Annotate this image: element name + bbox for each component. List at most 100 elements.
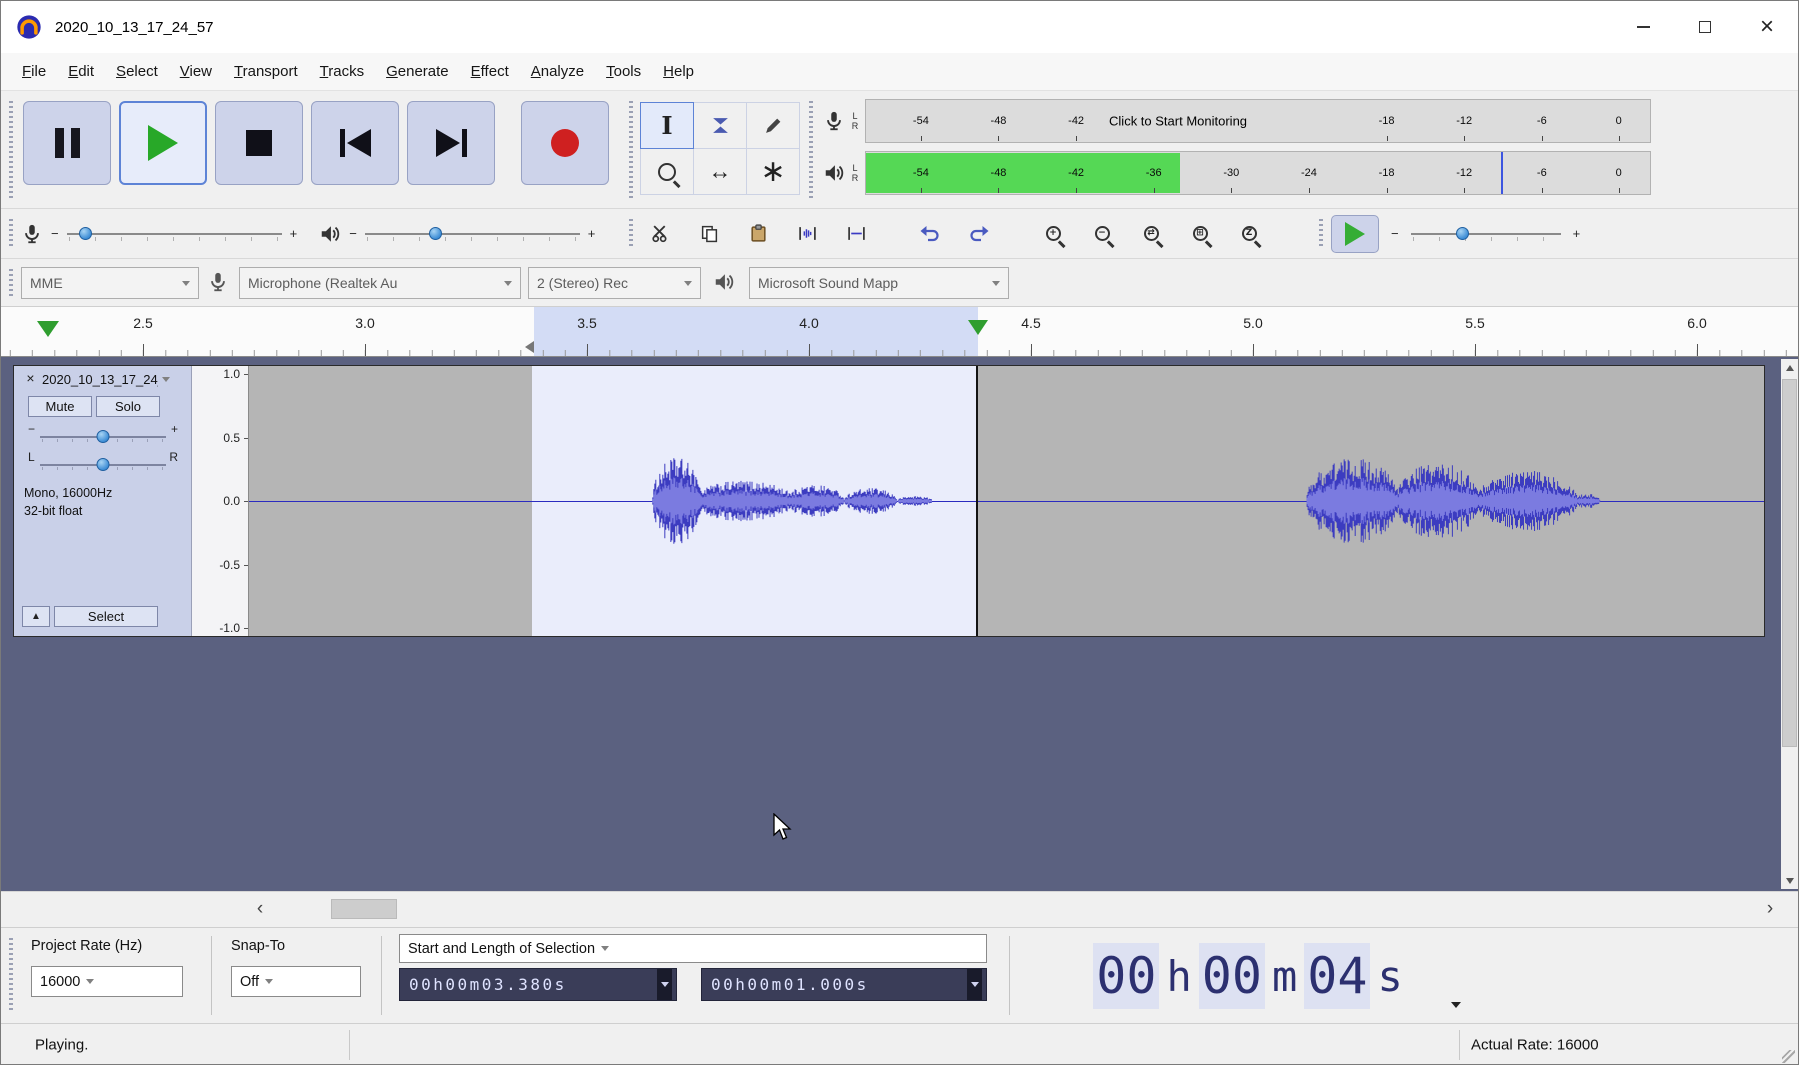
playback-volume-slider[interactable] [365,220,580,248]
play-speed-slider[interactable] [1411,220,1561,248]
toolbar-grip[interactable] [9,269,13,296]
recording-volume-thumb[interactable] [79,227,92,240]
selection-mode-select[interactable]: Start and Length of Selection [399,934,987,963]
recording-device-select[interactable]: Microphone (Realtek Au [239,267,521,299]
solo-button[interactable]: Solo [96,396,160,417]
playback-device-select[interactable]: Microsoft Sound Mapp [749,267,1009,299]
close-button[interactable]: × [1736,1,1798,53]
record-button[interactable] [521,101,609,185]
menu-item-generate[interactable]: Generate [375,55,460,88]
copy-button[interactable] [690,216,728,252]
undo-button[interactable] [911,216,949,252]
recording-volume-slider[interactable] [67,220,282,248]
toolbar-grip[interactable] [629,101,633,198]
selection-start-field[interactable]: 00h00m03.380s [399,968,677,1001]
multi-tool-button[interactable]: ∗ [746,148,800,195]
playback-volume-thumb[interactable] [429,227,442,240]
play-button[interactable] [119,101,207,185]
vertical-ruler[interactable]: 1.00.50.0-0.5-1.0 [192,366,249,636]
selection-length-field[interactable]: 00h00m01.000s [701,968,987,1001]
collapse-track-button[interactable]: ▲ [22,606,50,627]
track-name-menu[interactable]: 2020_10_13_17_24_57 [42,372,178,387]
toolbar-grip[interactable] [9,219,13,248]
recording-channels-select[interactable]: 2 (Stereo) Rec [528,267,701,299]
selection-tool-button[interactable]: I [640,102,694,149]
timeline-label: 4.5 [1021,315,1040,331]
scroll-down-button[interactable] [1781,872,1798,889]
redo-button[interactable] [960,216,998,252]
menu-item-view[interactable]: View [169,55,223,88]
track-area[interactable]: × 2020_10_13_17_24_57 Mute Solo − + L R [1,357,1798,891]
fit-project-button[interactable]: ⊞ [1181,216,1219,252]
waveform-area[interactable] [249,366,1764,636]
zoom-toggle-button[interactable]: Z [1230,216,1268,252]
scroll-up-button[interactable] [1781,359,1798,376]
menu-item-help[interactable]: Help [652,55,705,88]
hours-unit: h [1166,952,1191,1001]
gain-slider[interactable]: − + [28,422,178,446]
time-format-menu-button[interactable] [657,969,672,1000]
fit-selection-button[interactable]: ⇄ [1132,216,1170,252]
horizontal-scroll-thumb[interactable] [331,899,397,919]
zoom-tool-button[interactable] [640,148,694,195]
time-format-menu-button[interactable] [967,969,982,1000]
playhead-indicator[interactable] [968,320,988,335]
maximize-button[interactable] [1674,1,1736,53]
trim-audio-button[interactable] [788,216,826,252]
chevron-down-icon[interactable] [1451,1002,1461,1008]
menu-item-analyze[interactable]: Analyze [520,55,595,88]
cut-button[interactable] [641,216,679,252]
menu-item-tracks[interactable]: Tracks [309,55,375,88]
track-select-button[interactable]: Select [54,606,158,627]
timeline-selection-band[interactable] [534,307,978,356]
timeline-options-button[interactable] [37,321,59,337]
monitoring-text[interactable]: Click to Start Monitoring [1109,114,1247,129]
toolbar-grip[interactable] [9,938,13,1013]
skip-to-end-button[interactable] [407,101,495,185]
stop-button[interactable] [215,101,303,185]
zoom-in-button[interactable]: + [1034,216,1072,252]
project-rate-select[interactable]: 16000 [31,966,183,997]
vertical-scroll-thumb[interactable] [1782,379,1797,747]
menu-item-effect[interactable]: Effect [460,55,520,88]
horizontal-scrollbar[interactable]: ‹ › [249,898,1781,920]
menu-item-edit[interactable]: Edit [57,55,105,88]
menu-item-tools[interactable]: Tools [595,55,652,88]
toolbar-grip[interactable] [809,101,813,198]
scroll-left-button[interactable]: ‹ [249,898,271,920]
paste-button[interactable] [739,216,777,252]
menu-item-select[interactable]: Select [105,55,169,88]
toolbar-grip[interactable] [629,219,633,248]
scroll-right-button[interactable]: › [1759,898,1781,920]
record-meter[interactable]: Click to Start Monitoring -54-48-42-18-1… [865,99,1651,143]
db-scale-label: -42 [1068,115,1084,127]
menu-item-transport[interactable]: Transport [223,55,309,88]
selection-start-handle[interactable] [525,341,534,353]
play-at-speed-button[interactable] [1331,215,1379,253]
menu-item-file[interactable]: File [11,55,57,88]
playback-meter[interactable]: -54-48-42-36-30-24-18-12-60 [865,151,1651,195]
toolbar-grip[interactable] [9,101,13,198]
audio-position-display[interactable]: 00 h 00 m 04 s [1033,934,1463,1018]
time-shift-tool-button[interactable]: ↔ [693,148,747,195]
track-close-button[interactable]: × [22,371,39,388]
gain-thumb[interactable] [97,430,110,443]
audio-host-select[interactable]: MME [21,267,199,299]
minimize-button[interactable] [1612,1,1674,53]
chevron-down-icon [504,281,512,286]
toolbar-grip[interactable] [1319,219,1323,248]
mute-button[interactable]: Mute [28,396,92,417]
pan-thumb[interactable] [97,458,110,471]
zoom-out-button[interactable]: − [1083,216,1121,252]
vertical-scrollbar[interactable] [1781,359,1798,889]
pan-slider[interactable]: L R [28,450,178,474]
silence-audio-button[interactable] [837,216,875,252]
timeline-ruler[interactable]: 2.53.03.54.04.55.05.56.0 [1,307,1798,357]
envelope-tool-button[interactable] [693,102,747,149]
play-speed-thumb[interactable] [1456,227,1469,240]
pause-button[interactable] [23,101,111,185]
skip-to-start-button[interactable] [311,101,399,185]
resize-grip[interactable] [1782,1050,1795,1063]
draw-tool-button[interactable] [746,102,800,149]
snap-to-select[interactable]: Off [231,966,361,997]
